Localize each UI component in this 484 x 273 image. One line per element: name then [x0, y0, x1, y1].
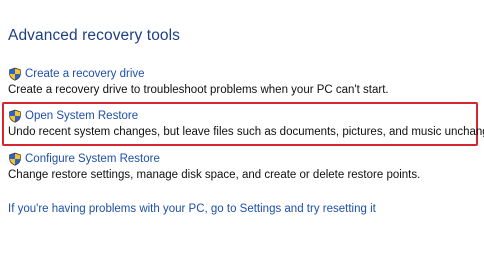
section-heading: Advanced recovery tools — [8, 27, 181, 44]
open-system-restore-link[interactable]: Open System Restore — [25, 110, 138, 122]
uac-shield-icon — [9, 109, 21, 123]
tool-create-recovery-drive: Create a recovery drive Create a recover… — [8, 66, 480, 98]
reset-pc-link[interactable]: If you're having problems with your PC, … — [8, 203, 376, 215]
tool-configure-system-restore: Configure System Restore Change restore … — [8, 151, 480, 183]
configure-system-restore-description: Change restore settings, manage disk spa… — [8, 169, 421, 181]
tool-open-system-restore: Open System Restore Undo recent system c… — [8, 108, 484, 140]
configure-system-restore-link[interactable]: Configure System Restore — [25, 153, 160, 165]
recovery-panel: Advanced recovery tools Create a recover… — [0, 0, 484, 273]
uac-shield-icon — [9, 67, 21, 81]
create-recovery-drive-description: Create a recovery drive to troubleshoot … — [8, 84, 389, 96]
create-recovery-drive-link[interactable]: Create a recovery drive — [25, 68, 145, 80]
tool-link-row[interactable]: Create a recovery drive — [8, 66, 480, 82]
tool-link-row[interactable]: Open System Restore — [8, 108, 480, 124]
tool-link-row[interactable]: Configure System Restore — [8, 151, 480, 167]
uac-shield-icon — [9, 152, 21, 166]
open-system-restore-description: Undo recent system changes, but leave fi… — [8, 126, 484, 138]
